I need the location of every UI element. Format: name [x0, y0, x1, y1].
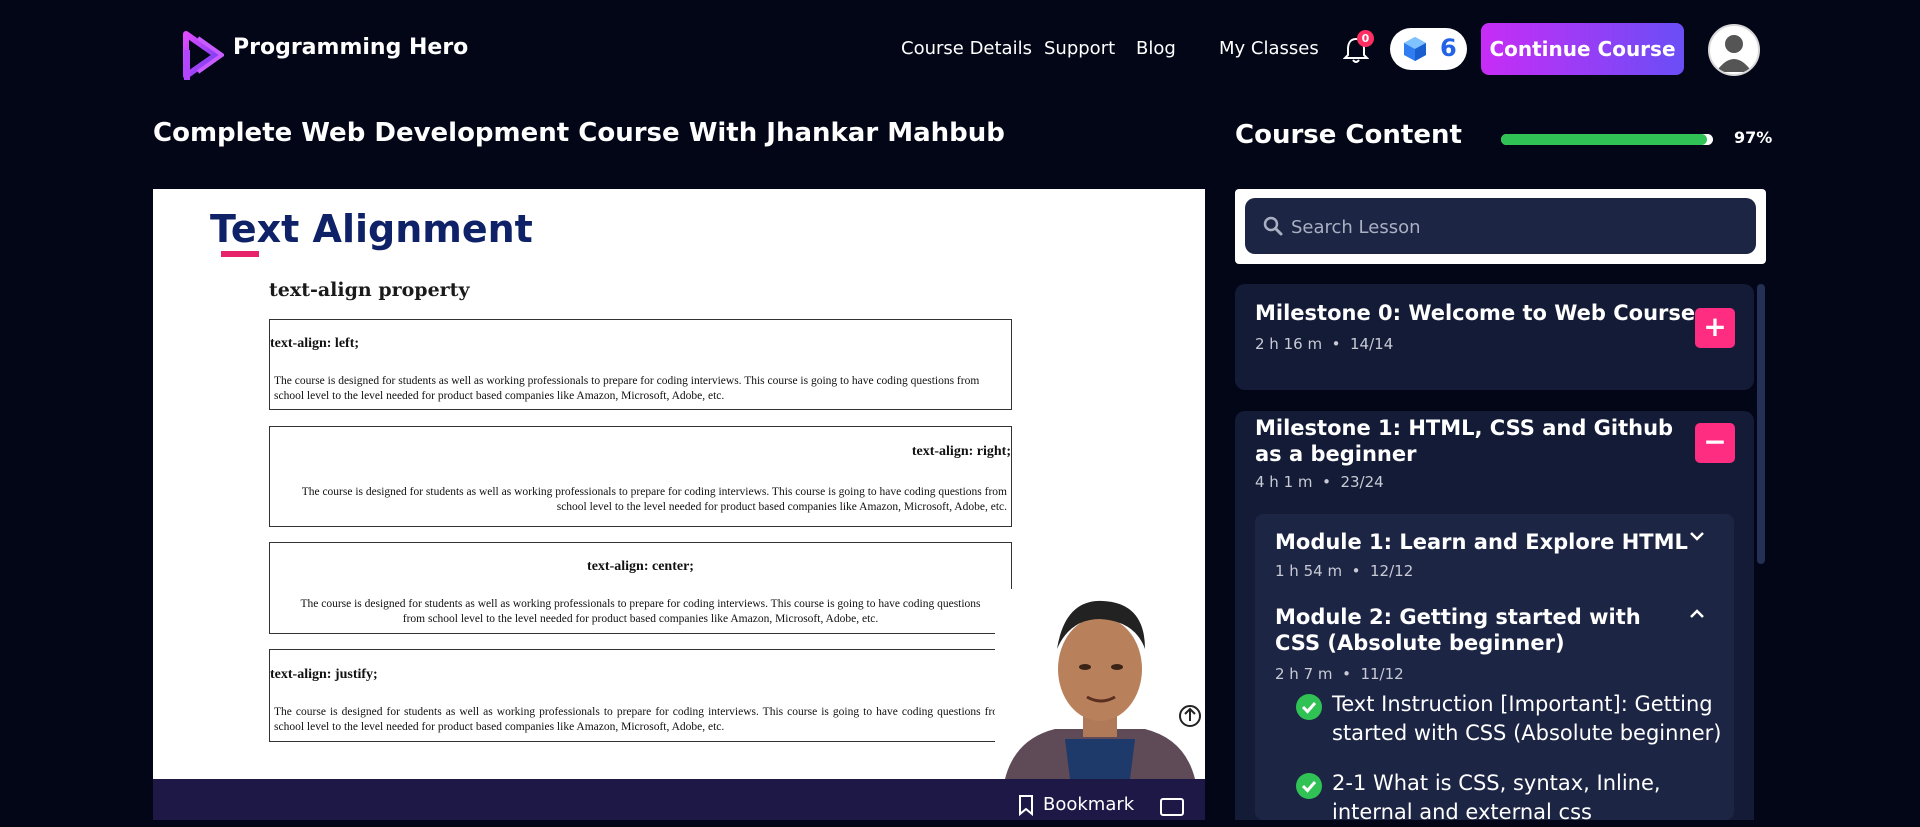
milestone-count: 23/24: [1340, 473, 1384, 491]
gems-counter[interactable]: 6: [1390, 28, 1467, 70]
demo-text: The course is designed for students as w…: [274, 375, 980, 402]
course-title: Complete Web Development Course With Jha…: [153, 118, 1005, 148]
milestone-count: 14/14: [1350, 335, 1394, 353]
milestone-collapse-button[interactable]: −: [1695, 423, 1735, 463]
bookmark-icon[interactable]: [1018, 794, 1034, 816]
meta-dot: •: [1337, 665, 1356, 683]
nav-link-course-details[interactable]: Course Details: [901, 38, 1032, 59]
module-title[interactable]: Module 1: Learn and Explore HTML: [1275, 529, 1688, 555]
slide-title: Text Alignment: [210, 207, 533, 251]
nav-link-support[interactable]: Support: [1044, 38, 1115, 59]
demo-heading: text-align: left;: [270, 336, 360, 351]
demo-heading: text-align: justify;: [270, 667, 378, 682]
meta-dot: •: [1346, 562, 1366, 580]
gems-count: 6: [1440, 34, 1457, 62]
course-progress-percent: 97%: [1734, 128, 1773, 147]
sidebar-scrollbar-thumb[interactable]: [1757, 284, 1765, 564]
module-count: 11/12: [1360, 665, 1404, 683]
module-count: 12/12: [1370, 562, 1414, 580]
lesson-item[interactable]: 2-1 What is CSS, syntax, Inline, interna…: [1332, 769, 1722, 827]
programming-hero-logo-icon[interactable]: [178, 28, 224, 82]
demo-text: The course is designed for students as w…: [301, 486, 1007, 513]
demo-box-justify: text-align: justify; The course is desig…: [269, 649, 1012, 742]
module-duration: 2 h 7 m: [1275, 665, 1333, 683]
milestone-title[interactable]: Milestone 0: Welcome to Web Course: [1255, 300, 1695, 326]
demo-text: The course is designed for students as w…: [274, 706, 1007, 733]
module-list: Module 1: Learn and Explore HTML 1 h 54 …: [1255, 514, 1734, 824]
nav-link-my-classes[interactable]: My Classes: [1219, 38, 1319, 59]
demo-box-left: text-align: left; The course is designed…: [269, 319, 1012, 410]
gem-icon: [1404, 37, 1426, 61]
course-progress-bar: [1501, 134, 1713, 145]
demo-text: The course is designed for students as w…: [300, 598, 981, 625]
user-avatar-icon: [1716, 35, 1752, 72]
video-player[interactable]: Text Alignment text-align property text-…: [153, 189, 1205, 779]
demo-heading: text-align: center;: [587, 559, 694, 574]
search-icon: [1263, 216, 1283, 236]
search-panel: [1235, 189, 1766, 264]
search-lesson-input[interactable]: [1289, 198, 1743, 256]
check-circle-icon: [1296, 773, 1322, 799]
milestone-0[interactable]: Milestone 0: Welcome to Web Course 2 h 1…: [1235, 284, 1754, 390]
bookmark-button[interactable]: Bookmark: [1043, 794, 1134, 815]
screen-mode-icon[interactable]: [1160, 798, 1184, 816]
meta-dot: •: [1317, 473, 1336, 491]
milestone-meta: 2 h 16 m • 14/14: [1255, 335, 1393, 353]
milestone-meta: 4 h 1 m • 23/24: [1255, 473, 1384, 491]
brand-name[interactable]: Programming Hero: [233, 35, 468, 60]
top-nav: Programming Hero Course Details Support …: [0, 0, 1920, 98]
demo-heading: text-align: right;: [911, 444, 1011, 459]
course-content-title: Course Content: [1235, 120, 1462, 150]
user-avatar[interactable]: [1708, 24, 1760, 76]
demo-box-right: text-align: right; The course is designe…: [269, 426, 1012, 527]
milestone-expand-button[interactable]: +: [1695, 308, 1735, 348]
meta-dot: •: [1326, 335, 1346, 353]
milestone-title[interactable]: Milestone 1: HTML, CSS and Github as a b…: [1255, 415, 1675, 467]
notification-badge: 0: [1357, 30, 1374, 47]
module-duration: 1 h 54 m: [1275, 562, 1343, 580]
demo-box-center: text-align: center; The course is design…: [269, 542, 1012, 634]
nav-link-blog[interactable]: Blog: [1136, 38, 1176, 59]
chevron-down-icon[interactable]: [1689, 530, 1705, 542]
milestone-duration: 2 h 16 m: [1255, 335, 1323, 353]
chevron-up-icon[interactable]: [1689, 608, 1705, 620]
module-title[interactable]: Module 2: Getting started with CSS (Abso…: [1275, 604, 1675, 656]
presenter-webcam: [995, 589, 1205, 779]
course-progress-fill: [1501, 134, 1707, 145]
search-box[interactable]: [1245, 198, 1756, 256]
slide-title-underline: [221, 251, 259, 257]
slide-subtitle: text-align property: [269, 279, 470, 301]
milestone-duration: 4 h 1 m: [1255, 473, 1313, 491]
module-meta: 1 h 54 m • 12/12: [1275, 562, 1413, 580]
lesson-item[interactable]: Text Instruction [Important]: Getting st…: [1332, 690, 1722, 748]
module-meta: 2 h 7 m • 11/12: [1275, 665, 1404, 683]
check-circle-icon: [1296, 694, 1322, 720]
continue-course-button[interactable]: Continue Course: [1481, 23, 1684, 75]
